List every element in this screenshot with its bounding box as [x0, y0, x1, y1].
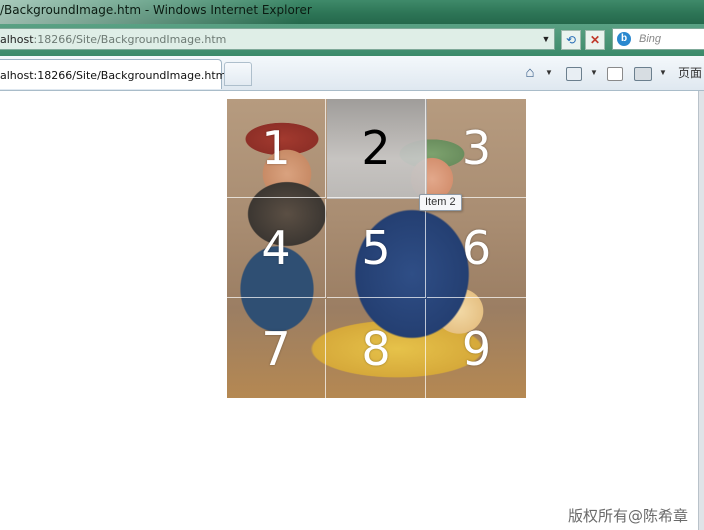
stop-icon[interactable]: ✕ — [585, 30, 605, 50]
address-url[interactable]: alhost:18266/Site/BackgroundImage.htm — [0, 33, 226, 46]
bing-icon: b — [617, 32, 631, 46]
print-dropdown-icon[interactable]: ▼ — [658, 64, 668, 82]
tab-active[interactable]: alhost:18266/Site/BackgroundImage.htm — [0, 59, 226, 89]
home-icon[interactable]: ⌂ — [521, 64, 539, 82]
print-icon[interactable] — [633, 64, 653, 82]
window-right-border — [698, 91, 704, 530]
grid-cell-6[interactable]: 6 — [427, 199, 526, 298]
grid-cell-5[interactable]: 5 — [327, 199, 426, 298]
address-bar[interactable]: alhost:18266/Site/BackgroundImage.htm ▼ — [0, 28, 555, 50]
watermark-text: 版权所有@陈希章 — [567, 507, 688, 525]
hover-tooltip: Item 2 — [419, 194, 462, 211]
address-url-host: alhost — [0, 33, 34, 46]
page-content: 1 2 3 4 5 6 7 8 9 Item 2 版权所有@陈希章 — [0, 91, 698, 530]
page-menu[interactable]: 页面 — [678, 64, 704, 82]
home-dropdown-icon[interactable]: ▼ — [544, 64, 554, 82]
grid-cell-1[interactable]: 1 — [227, 99, 326, 198]
refresh-icon[interactable]: ⟲ — [561, 30, 581, 50]
grid-cell-8[interactable]: 8 — [327, 299, 426, 398]
mail-icon[interactable] — [606, 64, 624, 82]
address-url-path: :18266/Site/BackgroundImage.htm — [33, 33, 227, 46]
new-tab-button[interactable] — [224, 62, 252, 86]
tab-label: alhost:18266/Site/BackgroundImage.htm — [0, 69, 227, 82]
feeds-dropdown-icon[interactable]: ▼ — [589, 64, 599, 82]
window-title: /BackgroundImage.htm - Windows Internet … — [0, 3, 312, 17]
feeds-icon[interactable] — [565, 64, 583, 82]
grid-cell-4[interactable]: 4 — [227, 199, 326, 298]
search-placeholder: Bing — [639, 33, 662, 45]
address-toolbar: alhost:18266/Site/BackgroundImage.htm ▼ … — [0, 24, 704, 56]
tab-command-bar: alhost:18266/Site/BackgroundImage.htm ⌂ … — [0, 56, 704, 91]
grid-cell-9[interactable]: 9 — [427, 299, 526, 398]
image-grid: 1 2 3 4 5 6 7 8 9 — [227, 99, 526, 398]
window-title-bar: /BackgroundImage.htm - Windows Internet … — [0, 0, 704, 24]
search-box[interactable]: b Bing — [612, 28, 704, 50]
address-dropdown-icon[interactable]: ▼ — [538, 29, 554, 49]
grid-cell-2[interactable]: 2 — [327, 99, 426, 198]
grid-cell-7[interactable]: 7 — [227, 299, 326, 398]
grid-cell-3[interactable]: 3 — [427, 99, 526, 198]
